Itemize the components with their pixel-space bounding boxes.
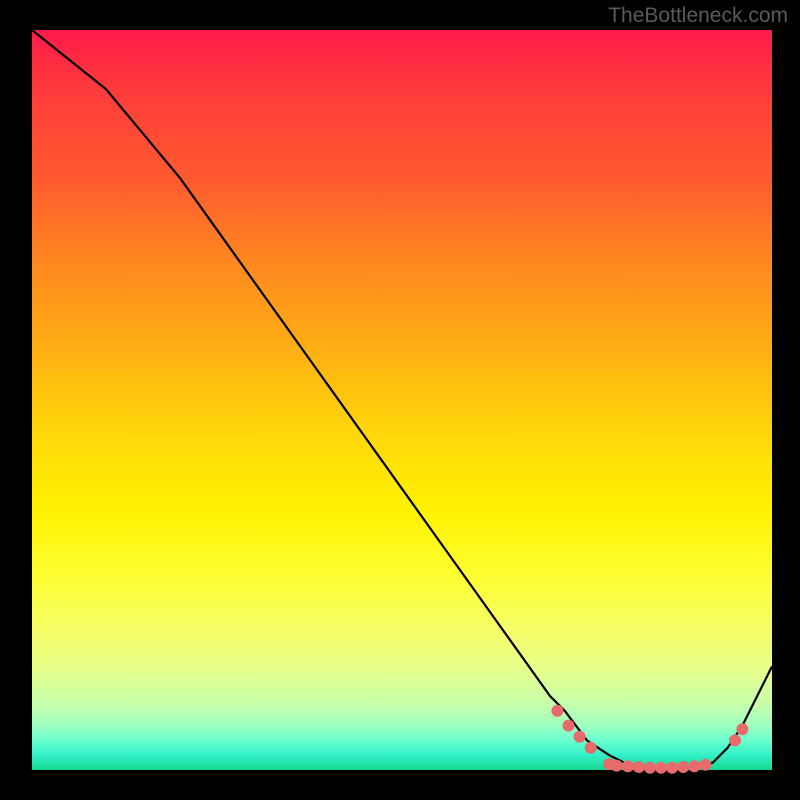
curve-marker [585, 742, 597, 754]
curve-marker [574, 731, 586, 743]
plot-area [32, 30, 772, 770]
curve-markers [551, 705, 748, 774]
curve-marker [736, 723, 748, 735]
curve-marker [688, 760, 700, 772]
chart-svg [32, 30, 772, 770]
curve-marker [622, 760, 634, 772]
curve-marker [644, 762, 656, 774]
chart-container: TheBottleneck.com [0, 0, 800, 800]
curve-marker [699, 759, 711, 771]
curve-marker [633, 761, 645, 773]
curve-marker [729, 734, 741, 746]
curve-marker [677, 761, 689, 773]
curve-marker [551, 705, 563, 717]
curve-marker [563, 720, 575, 732]
bottleneck-curve-line [32, 30, 772, 768]
watermark-text: TheBottleneck.com [608, 4, 788, 28]
curve-marker [611, 760, 623, 772]
curve-marker [655, 762, 667, 774]
curve-marker [666, 762, 678, 774]
